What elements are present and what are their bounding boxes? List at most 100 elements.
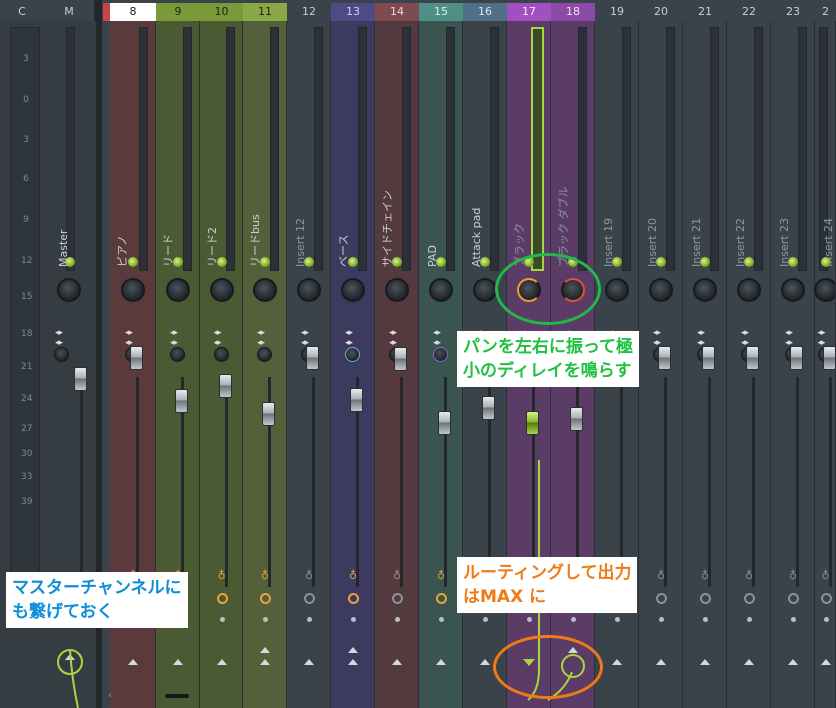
enable-led[interactable] xyxy=(436,257,446,267)
send-arrow-icon[interactable] xyxy=(656,659,666,665)
volume-fader[interactable] xyxy=(130,346,143,370)
header-cell-10[interactable]: 10 xyxy=(200,3,243,21)
pan-knob[interactable] xyxy=(737,278,761,302)
volume-fader[interactable] xyxy=(175,389,188,413)
master-pan-knob[interactable] xyxy=(57,278,81,302)
volume-fader[interactable] xyxy=(262,402,275,426)
pan-knob[interactable] xyxy=(429,278,453,302)
stereo-sep-arrows[interactable]: ◂▸◂▸ xyxy=(433,328,441,348)
send-arrow-icon[interactable] xyxy=(820,659,831,665)
strip-name[interactable]: Insert 20 xyxy=(645,197,659,267)
pan-knob[interactable] xyxy=(297,278,321,302)
master-stereo-arrows[interactable]: ◂▸ ◂▸ xyxy=(55,328,63,348)
pan-knob[interactable] xyxy=(781,278,805,302)
pan-knob[interactable] xyxy=(605,278,629,302)
header-cell-12[interactable]: 12 xyxy=(287,3,331,21)
header-cell-11[interactable]: 11 xyxy=(243,3,287,21)
pan-knob[interactable] xyxy=(813,278,836,302)
volume-fader[interactable] xyxy=(350,388,363,412)
header-cell-13[interactable]: 13 xyxy=(331,3,375,21)
stereo-sep-arrows[interactable]: ◂▸◂▸ xyxy=(741,328,749,348)
enable-led[interactable] xyxy=(788,257,798,267)
volume-fader[interactable] xyxy=(482,396,495,420)
send-arrow-icon[interactable] xyxy=(260,659,270,665)
stereo-sep-arrows[interactable]: ◂▸◂▸ xyxy=(389,328,397,348)
pan-knob[interactable] xyxy=(209,278,234,302)
send-arrow-icon[interactable] xyxy=(612,659,622,665)
fx-slot-icon[interactable]: ♁ xyxy=(348,569,358,583)
stereo-knob[interactable] xyxy=(345,347,360,362)
send-arrow-icon[interactable] xyxy=(216,659,227,665)
header-cell-18[interactable]: 18 xyxy=(551,3,595,21)
send-arrow-icon[interactable] xyxy=(304,659,314,665)
clock-icon[interactable] xyxy=(216,593,228,604)
send-arrow-icon[interactable] xyxy=(392,659,402,665)
header-cell-17[interactable]: 17 xyxy=(507,3,551,21)
volume-fader[interactable] xyxy=(658,346,671,370)
volume-fader[interactable] xyxy=(394,347,407,371)
stereo-sep-arrows[interactable]: ◂▸◂▸ xyxy=(785,328,793,348)
strip-name[interactable]: ピアノ xyxy=(116,197,130,267)
volume-fader[interactable] xyxy=(306,346,319,370)
enable-led[interactable] xyxy=(173,257,183,267)
clock-icon[interactable] xyxy=(700,593,711,604)
send-arrow-up-icon[interactable] xyxy=(260,647,270,653)
pan-knob[interactable] xyxy=(693,278,717,302)
fx-slot-icon[interactable]: ♁ xyxy=(821,569,831,583)
strip-name[interactable]: サイドチェイン xyxy=(381,190,395,267)
enable-led[interactable] xyxy=(304,257,314,267)
stereo-sep-arrows[interactable]: ◂▸◂▸ xyxy=(345,328,353,348)
volume-fader[interactable] xyxy=(218,374,232,398)
pan-knob[interactable] xyxy=(649,278,673,302)
volume-fader[interactable] xyxy=(526,411,539,435)
fx-slot-icon[interactable]: ♁ xyxy=(436,569,446,583)
header-cell-21[interactable]: 21 xyxy=(683,3,727,21)
stereo-sep-arrows[interactable]: ◂▸◂▸ xyxy=(125,328,133,348)
header-cell-9[interactable]: 9 xyxy=(156,3,200,21)
volume-fader[interactable] xyxy=(790,346,803,370)
stereo-knob[interactable] xyxy=(257,347,272,362)
header-cell-M[interactable]: M xyxy=(44,3,94,21)
header-cell-C[interactable]: C xyxy=(0,3,44,21)
send-arrow-icon[interactable] xyxy=(128,659,138,665)
clock-icon[interactable] xyxy=(304,593,315,604)
clock-icon[interactable] xyxy=(820,593,832,604)
stereo-sep-arrows[interactable]: ◂▸◂▸ xyxy=(170,328,178,348)
header-cell-19[interactable]: 19 xyxy=(595,3,639,21)
master-stereo-knob[interactable] xyxy=(54,347,69,362)
strip-name[interactable]: リード2 xyxy=(206,197,220,267)
master-send-arrow-icon[interactable] xyxy=(65,654,75,660)
fx-slot-icon[interactable]: ♁ xyxy=(304,569,314,583)
pan-knob[interactable] xyxy=(385,278,409,302)
send-arrow-icon[interactable] xyxy=(788,659,798,665)
enable-led[interactable] xyxy=(216,257,227,267)
header-cell-22[interactable]: 22 xyxy=(727,3,771,21)
stereo-sep-arrows[interactable]: ◂▸◂▸ xyxy=(697,328,705,348)
enable-led[interactable] xyxy=(612,257,622,267)
stereo-sep-arrows[interactable]: ◂▸◂▸ xyxy=(214,328,222,348)
pan-knob[interactable] xyxy=(473,278,497,302)
enable-led[interactable] xyxy=(128,257,138,267)
header-cell-2[interactable]: 2 xyxy=(815,3,836,21)
strip-name[interactable]: Insert 22 xyxy=(733,197,747,267)
volume-fader[interactable] xyxy=(746,346,759,370)
send-arrow-icon[interactable] xyxy=(744,659,754,665)
pan-knob[interactable] xyxy=(341,278,365,302)
strip-name[interactable]: ベース xyxy=(337,197,351,267)
horizontal-scrollbar-thumb[interactable] xyxy=(165,694,189,698)
fx-slot-icon[interactable]: ♁ xyxy=(744,569,754,583)
master-enable-led[interactable] xyxy=(65,257,75,267)
fx-slot-icon[interactable]: ♁ xyxy=(788,569,798,583)
enable-led[interactable] xyxy=(820,257,831,267)
send-arrow-up-icon[interactable] xyxy=(348,647,358,653)
stereo-sep-arrows[interactable]: ◂▸◂▸ xyxy=(818,328,826,348)
volume-fader[interactable] xyxy=(570,407,583,431)
enable-led[interactable] xyxy=(656,257,666,267)
strip-name[interactable]: リード xyxy=(162,197,176,267)
strip-name[interactable]: Insert 19 xyxy=(601,197,615,267)
clock-icon[interactable] xyxy=(656,593,667,604)
send-arrow-icon[interactable] xyxy=(700,659,710,665)
send-arrow-icon[interactable] xyxy=(348,659,358,665)
enable-led[interactable] xyxy=(700,257,710,267)
fx-slot-icon[interactable]: ♁ xyxy=(700,569,710,583)
